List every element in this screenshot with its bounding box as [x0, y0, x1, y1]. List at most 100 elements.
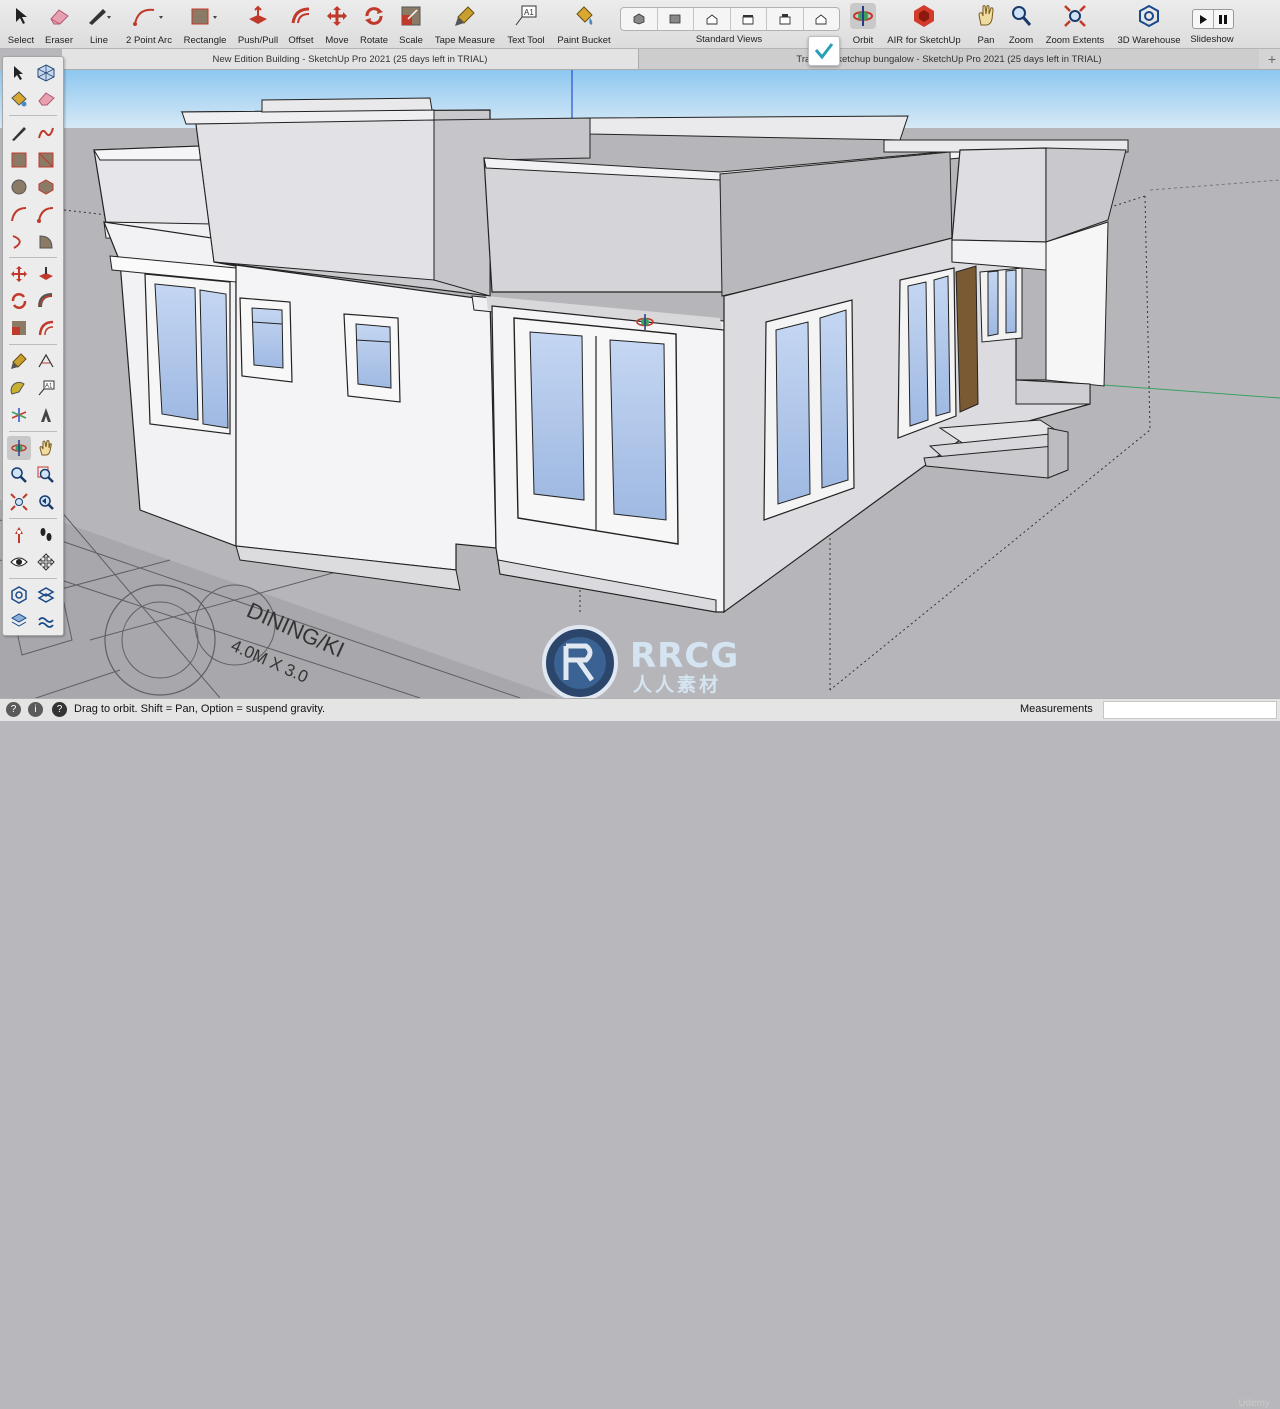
palette-offset-button[interactable] — [34, 316, 58, 340]
slideshow-controls — [1192, 9, 1234, 29]
palette-separator — [9, 431, 57, 432]
rectangle-tool[interactable]: Rectangle — [182, 3, 228, 47]
tab-bungalow[interactable]: Traning Sketchup bungalow - SketchUp Pro… — [639, 49, 1259, 69]
credits-icon[interactable]: i — [28, 702, 43, 717]
palette-pie-button[interactable] — [34, 229, 58, 253]
rectangle-tool-label: Rectangle — [183, 35, 227, 46]
model-viewport[interactable]: DINING/KI 4.0M X 3.0 — [0, 70, 1280, 698]
scale-tool-label: Scale — [399, 35, 423, 46]
palette-freehand-button[interactable] — [34, 121, 58, 145]
palette-pan-button[interactable] — [34, 436, 58, 460]
arrow-icon — [14, 66, 23, 80]
palette-pushpull-button[interactable] — [34, 262, 58, 286]
magnifier-icon — [11, 467, 27, 483]
rotate-tool-label: Rotate — [360, 35, 388, 46]
palette-select-button[interactable] — [7, 61, 31, 85]
text-tool-label: Text Tool — [507, 35, 545, 46]
palette-rotate-button[interactable] — [7, 289, 31, 313]
palette-3pt-arc-button[interactable] — [7, 229, 31, 253]
palette-look-around-button[interactable] — [7, 550, 31, 574]
palette-arc-button[interactable] — [7, 202, 31, 226]
palette-rotated-rect-button[interactable] — [34, 148, 58, 172]
palette-sandbox-button[interactable] — [34, 609, 58, 633]
orbit-tool-label: Orbit — [852, 35, 874, 46]
left-view-button[interactable] — [804, 8, 840, 30]
select-tool[interactable]: Select — [4, 3, 38, 47]
rotate-tool[interactable]: Rotate — [358, 3, 390, 47]
front-view-button[interactable] — [694, 8, 731, 30]
palette-zoom-extents-button[interactable] — [7, 490, 31, 514]
iso-view-button[interactable] — [621, 8, 658, 30]
palette-layout-button[interactable] — [7, 609, 31, 633]
zoom-window-icon — [37, 466, 54, 483]
user-icon[interactable]: ? — [52, 702, 67, 717]
line-tool[interactable]: Line — [84, 3, 114, 47]
palette-2pt-arc-button[interactable] — [34, 202, 58, 226]
palette-polygon-button[interactable] — [34, 175, 58, 199]
palette-warehouse-button[interactable] — [7, 583, 31, 607]
palette-protractor-button[interactable] — [7, 376, 31, 400]
palette-text-button[interactable]: A1 — [34, 376, 58, 400]
offset-tool[interactable]: Offset — [286, 3, 316, 47]
checkmark-icon — [814, 43, 834, 60]
add-tab-button[interactable]: + — [1268, 51, 1276, 67]
3d-warehouse-tool[interactable]: 3D Warehouse — [1114, 3, 1184, 47]
air-tool-label: AIR for SketchUp — [887, 35, 961, 46]
pause-button[interactable] — [1212, 10, 1234, 28]
palette-paint-button[interactable] — [7, 87, 31, 111]
eraser-tool[interactable]: Eraser — [42, 3, 76, 47]
circle-icon — [11, 179, 27, 195]
palette-zoom-window-button[interactable] — [34, 463, 58, 487]
geo-location-icon[interactable]: ? — [6, 702, 21, 717]
section-plane-icon — [37, 553, 55, 571]
air-tool[interactable]: AIR for SketchUp — [884, 3, 964, 47]
orbit-tool[interactable]: Orbit — [848, 3, 878, 47]
measurements-input[interactable] — [1103, 701, 1277, 719]
palette-walk-button[interactable] — [34, 523, 58, 547]
palette-eraser-button[interactable] — [34, 87, 58, 111]
rotated-rectangle-icon — [38, 152, 54, 168]
palette-rectangle-button[interactable] — [7, 148, 31, 172]
palette-zoom-button[interactable] — [7, 463, 31, 487]
tool-palette: A1 — [2, 56, 64, 636]
arc-tool[interactable]: 2 Point Arc — [122, 3, 176, 47]
paint-bucket-tool[interactable]: Paint Bucket — [554, 3, 614, 47]
udemy-watermark: Udemy — [1238, 1398, 1270, 1409]
palette-orbit-button[interactable] — [7, 436, 31, 460]
palette-line-button[interactable] — [7, 121, 31, 145]
palette-circle-button[interactable] — [7, 175, 31, 199]
palette-section-plane-button[interactable] — [34, 550, 58, 574]
scale-tool[interactable]: Scale — [396, 3, 426, 47]
palette-scale-button[interactable] — [7, 316, 31, 340]
top-view-button[interactable] — [658, 8, 694, 30]
palette-tape-button[interactable] — [7, 349, 31, 373]
palette-move-button[interactable] — [7, 262, 31, 286]
move-tool[interactable]: Move — [322, 3, 352, 47]
palette-axes-button[interactable] — [7, 403, 31, 427]
palette-dimension-button[interactable] — [34, 349, 58, 373]
polygon-icon — [38, 179, 54, 195]
back-view-button[interactable] — [767, 8, 804, 30]
tape-measure-tool[interactable]: Tape Measure — [432, 3, 498, 47]
zoom-extents-icon — [10, 493, 28, 511]
pushpull-tool[interactable]: Push/Pull — [236, 3, 280, 47]
orbit-confirm-popup[interactable] — [808, 36, 840, 66]
tab-new-edition-building[interactable]: New Edition Building - SketchUp Pro 2021… — [62, 49, 639, 69]
hand-icon — [39, 440, 52, 456]
warehouse-icon — [11, 586, 27, 604]
text-tool[interactable]: A1 Text Tool — [504, 3, 548, 47]
zoom-tool[interactable]: Zoom — [1006, 3, 1036, 47]
play-button[interactable] — [1193, 10, 1213, 28]
zoom-extents-tool[interactable]: Zoom Extents — [1042, 3, 1108, 47]
right-view-button[interactable] — [731, 8, 767, 30]
pan-tool[interactable]: Pan — [972, 3, 1000, 47]
palette-previous-view-button[interactable] — [34, 490, 58, 514]
palette-3d-text-button[interactable] — [34, 403, 58, 427]
arrow-icon — [8, 3, 34, 29]
palette-position-camera-button[interactable] — [7, 523, 31, 547]
zoom-extents-tool-label: Zoom Extents — [1045, 35, 1105, 46]
tape-measure-tool-label: Tape Measure — [434, 35, 496, 46]
palette-followme-button[interactable] — [34, 289, 58, 313]
palette-extension-button[interactable] — [34, 583, 58, 607]
palette-component-button[interactable] — [34, 61, 58, 85]
